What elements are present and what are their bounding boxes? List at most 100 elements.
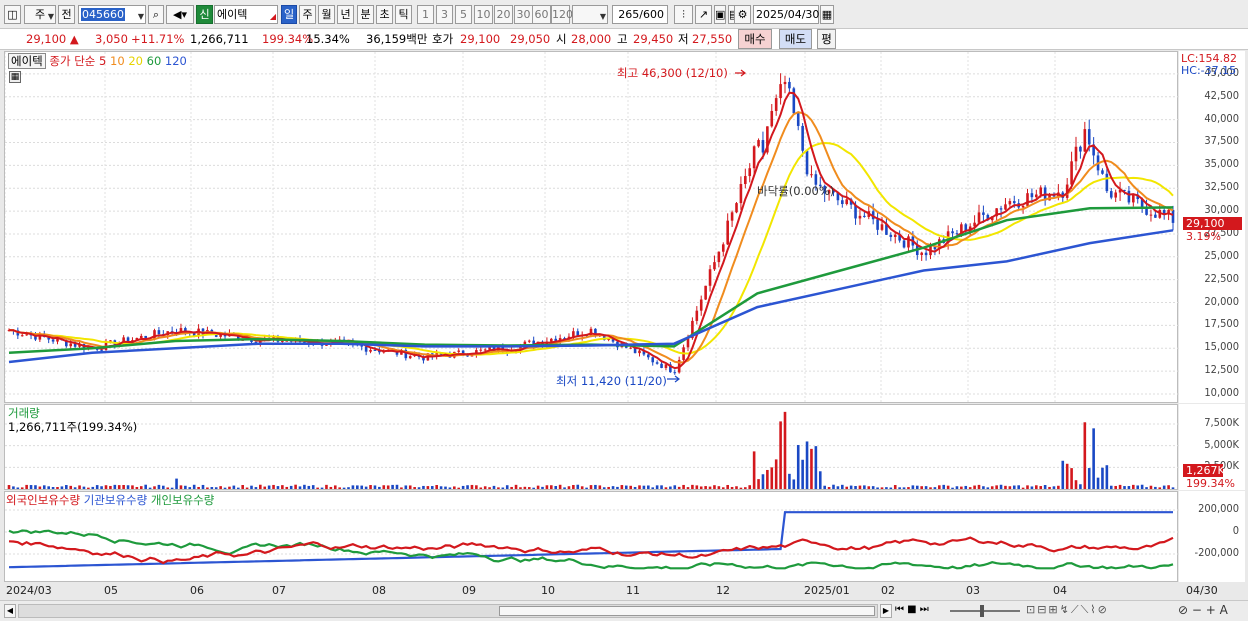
volume-bar (545, 485, 549, 489)
volume-bar (858, 485, 862, 489)
period-tick[interactable]: 틱 (395, 5, 412, 24)
candle-body (369, 349, 372, 352)
sound-icon[interactable]: ◀▾ (166, 5, 194, 24)
volume-bar (550, 485, 553, 489)
volume-bar (801, 459, 804, 489)
interval-30[interactable]: 30 (514, 5, 533, 24)
interval-60[interactable]: 60 (532, 5, 551, 24)
volume-bar (135, 486, 139, 489)
interval-3[interactable]: 3 (436, 5, 453, 24)
holding-tick-label: 0 (1232, 524, 1239, 537)
gear-icon[interactable]: ⚙ (734, 5, 751, 24)
volume-bar (95, 485, 99, 489)
stock-code-input[interactable]: 045660 ▼ (78, 5, 146, 24)
indicator-icon[interactable]: ↗ (695, 5, 712, 24)
volume-plot[interactable] (4, 404, 1179, 490)
price-plot[interactable] (4, 51, 1179, 404)
period-second[interactable]: 초 (376, 5, 393, 24)
bottom-bar: ◀ ▶ ⏮ ■ ⏭ ⊡⊟⊞↯⟋⟍⌇⊘ ⊘ − + A (0, 600, 1248, 621)
table-toggle-icon[interactable]: ▦ (9, 71, 21, 83)
volume-bar (42, 485, 46, 489)
candle-body (752, 146, 756, 169)
price-tick-label: 17,500 (1204, 317, 1239, 331)
candle-body (955, 233, 959, 235)
holding-legend: 외국인보유수량 기관보유수량 개인보유수량 (6, 492, 214, 508)
interval-20[interactable]: 20 (494, 5, 513, 24)
volume-bar (629, 485, 632, 489)
price-tick-label: 12,500 (1204, 363, 1239, 377)
save-icon[interactable]: ▣ (714, 5, 726, 24)
volume-bar (532, 487, 535, 489)
zoom-controls-icon[interactable]: ⊘ − + A (1178, 603, 1228, 617)
volume-bar (475, 485, 478, 489)
volume-bar (519, 487, 522, 489)
price-legend: 에이텍 종가 단순 5 10 20 60 120 (8, 53, 187, 69)
date-input[interactable]: 2025/04/30 (753, 5, 819, 24)
volume-bar (611, 486, 615, 489)
volume-bar (788, 473, 791, 489)
drawing-tools-icon[interactable]: ⊡⊟⊞↯⟋⟍⌇⊘ (1026, 603, 1109, 617)
scroll-right-icon[interactable]: ▶ (880, 604, 892, 618)
candle-body (25, 334, 28, 336)
search-icon[interactable]: ⌕ (148, 5, 164, 24)
period-year[interactable]: 년 (337, 5, 354, 24)
volume-bar (148, 487, 152, 489)
candle-body (660, 363, 663, 368)
period-minute[interactable]: 분 (357, 5, 374, 24)
foreign-line (8, 536, 1174, 565)
volume-bar (876, 487, 879, 489)
bottom-rate-annotation: 바닥률(0.00%) (757, 184, 835, 198)
candle-body (704, 285, 707, 300)
scroll-left-icon[interactable]: ◀ (4, 604, 16, 618)
buy-button[interactable]: 매수 (738, 29, 772, 49)
volume-bar (602, 487, 606, 489)
volume-bar (307, 485, 311, 489)
playback-controls[interactable]: ⏮ ■ ⏭ (895, 604, 929, 615)
period-day[interactable]: 일 (281, 5, 297, 24)
volume-bar (933, 487, 937, 489)
chart-layout-icon[interactable]: ◫ (4, 5, 21, 24)
sell-button[interactable]: 매도 (779, 29, 812, 49)
scrollbar-thumb[interactable] (499, 606, 875, 616)
period-month[interactable]: 월 (318, 5, 335, 24)
count-input[interactable]: 265/600 (612, 5, 668, 24)
interval-custom-select[interactable]: ▼ (572, 5, 608, 24)
candle-body (805, 150, 809, 175)
volume-bar (792, 479, 796, 489)
calendar-icon[interactable]: ▦ (820, 5, 834, 24)
volume-bar (510, 486, 513, 489)
prev-button[interactable]: 전 (58, 5, 75, 24)
volume-bar (823, 485, 826, 489)
candle-body (717, 251, 721, 263)
market-select[interactable]: 주 ▼ (24, 5, 56, 24)
volume-bar (673, 485, 677, 489)
volume-bar (166, 487, 170, 489)
zoom-slider-handle[interactable] (980, 605, 984, 617)
volume-bar (638, 485, 641, 489)
volume-bar (990, 486, 994, 489)
scrollbar-track[interactable] (18, 604, 878, 618)
candle-body (713, 262, 716, 270)
volume-bar (1145, 487, 1148, 489)
volume-bar (298, 486, 302, 489)
volume-bar (849, 485, 853, 489)
zoom-slider[interactable] (950, 605, 1020, 617)
stock-chart-window: { "toolbar": { "market": "주", "prev": "전… (0, 0, 1248, 621)
turnover-rate: 15.34% (306, 32, 350, 46)
interval-120[interactable]: 120 (551, 5, 573, 24)
market-select-label: 주 (34, 8, 46, 21)
stock-name-field[interactable]: 에이텍 ◢ (214, 5, 278, 24)
interval-5[interactable]: 5 (455, 5, 472, 24)
candle-type-icon[interactable]: ⫶ (674, 5, 693, 24)
volume-bar (1092, 428, 1095, 489)
eval-button[interactable]: 평 (817, 29, 836, 49)
volume-bar (73, 487, 77, 489)
volume-bar (113, 484, 117, 489)
price-tick-label: 15,000 (1204, 340, 1239, 354)
volume-bar (973, 485, 976, 489)
volume-bar (179, 485, 183, 489)
interval-1[interactable]: 1 (417, 5, 434, 24)
interval-10[interactable]: 10 (474, 5, 493, 24)
volume-bar (214, 487, 218, 489)
period-week[interactable]: 주 (299, 5, 316, 24)
